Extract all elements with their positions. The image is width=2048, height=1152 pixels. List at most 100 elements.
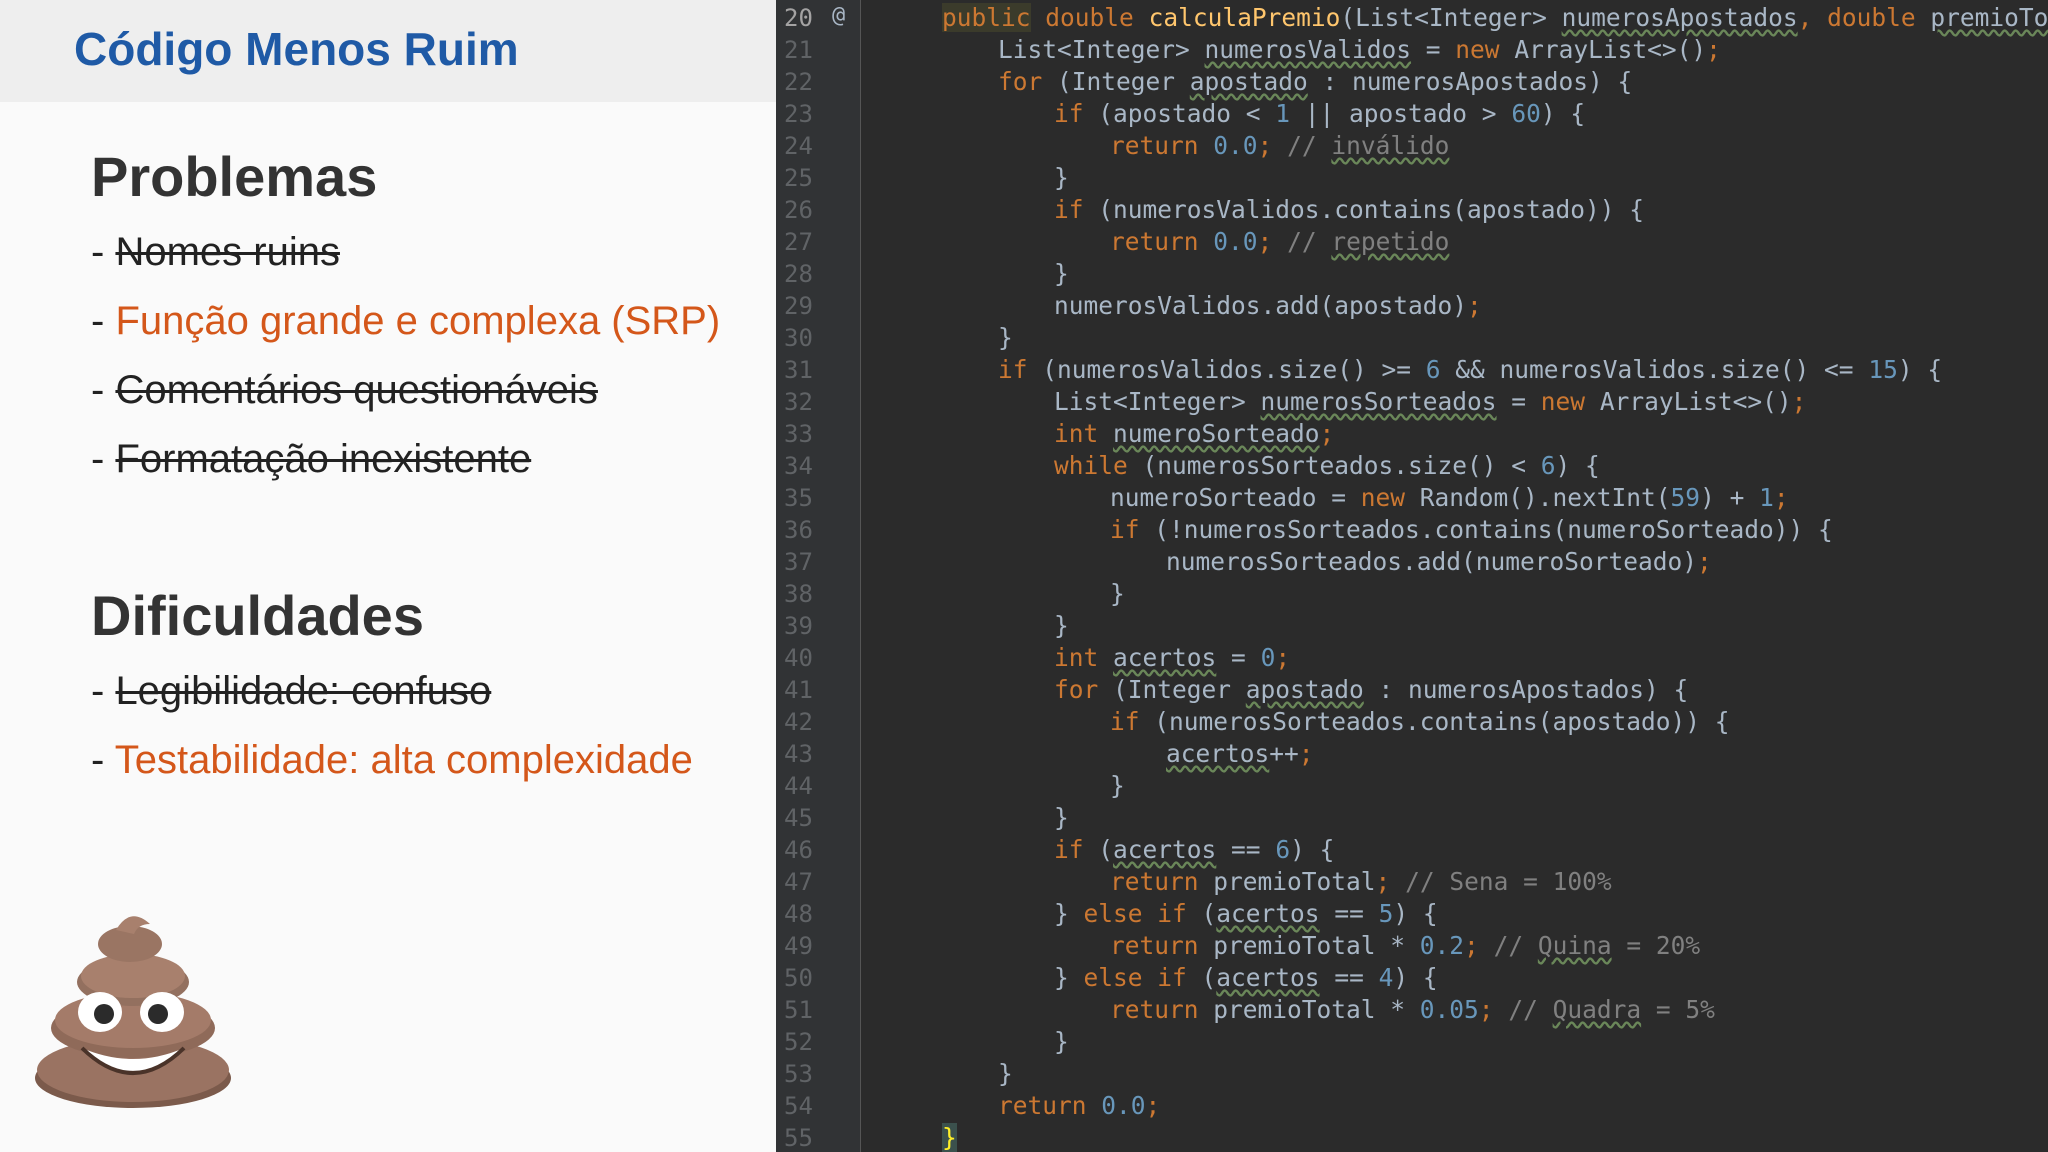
code-line: } (1054, 1027, 1069, 1056)
line-number: 24 (784, 132, 813, 160)
code-line: acertos++; (1166, 739, 1314, 768)
difficulty-item-text: Legibilidade: confuso (115, 669, 492, 713)
problem-item-text: Comentários questionáveis (115, 368, 598, 412)
problem-item-text: Nomes ruins (115, 230, 340, 274)
line-number: 34 (784, 452, 813, 480)
code-line: numeroSorteado = new Random().nextInt(59… (1110, 483, 1789, 512)
line-number: 44 (784, 772, 813, 800)
line-number: 45 (784, 804, 813, 832)
code-line: if (numerosValidos.contains(apostado)) { (1054, 195, 1645, 224)
line-number: 26 (784, 196, 813, 224)
override-marker-icon[interactable]: @ (832, 0, 845, 32)
code-line: while (numerosSorteados.size() < 6) { (1054, 451, 1600, 480)
line-number: 28 (784, 260, 813, 288)
line-number: 49 (784, 932, 813, 960)
code-line: } (1110, 579, 1125, 608)
line-number: 52 (784, 1028, 813, 1056)
line-number: 35 (784, 484, 813, 512)
code-line: } (1110, 771, 1125, 800)
line-number: 43 (784, 740, 813, 768)
line-number: 31 (784, 356, 813, 384)
line-number: 41 (784, 676, 813, 704)
code-line: if (!numerosSorteados.contains(numeroSor… (1110, 515, 1833, 544)
line-number: 20 (784, 4, 813, 32)
line-number: 25 (784, 164, 813, 192)
slide-pane: Código Menos Ruim Problemas - Nomes ruin… (0, 0, 776, 1152)
slide-title: Código Menos Ruim (74, 23, 519, 75)
code-line: List<Integer> numerosSorteados = new Arr… (1054, 387, 1807, 416)
code-line: int acertos = 0; (1054, 643, 1291, 672)
line-number: 50 (784, 964, 813, 992)
code-line: if (numerosValidos.size() >= 6 && numero… (998, 355, 1943, 384)
problem-item-text: Função grande e complexa (SRP) (115, 299, 721, 343)
difficulty-item: - Legibilidade: confuso (91, 669, 491, 714)
code-area[interactable]: public double calculaPremio(List<Integer… (942, 0, 2048, 1152)
problem-item-text: Formatação inexistente (115, 437, 532, 481)
line-number: 54 (784, 1092, 813, 1120)
bullet-dash: - (91, 669, 116, 713)
code-line: for (Integer apostado : numerosApostados… (998, 67, 1633, 96)
line-number: 33 (784, 420, 813, 448)
code-line: for (Integer apostado : numerosApostados… (1054, 675, 1689, 704)
poop-emoji-icon (35, 916, 231, 1108)
line-number: 21 (784, 36, 813, 64)
line-number: 37 (784, 548, 813, 576)
line-number: 22 (784, 68, 813, 96)
line-number: 36 (784, 516, 813, 544)
code-line: } (1054, 803, 1069, 832)
code-line: } (998, 323, 1013, 352)
line-number: 30 (784, 324, 813, 352)
code-line: int numeroSorteado; (1054, 419, 1335, 448)
code-line: } (1054, 259, 1069, 288)
difficulty-item-text: Testabilidade: alta complexidade (114, 738, 693, 782)
line-number: 39 (784, 612, 813, 640)
line-number: 53 (784, 1060, 813, 1088)
code-line: } else if (acertos == 5) { (1054, 899, 1438, 928)
code-line: } (998, 1059, 1013, 1088)
line-number: 48 (784, 900, 813, 928)
line-number: 42 (784, 708, 813, 736)
line-number: 32 (784, 388, 813, 416)
code-line: } (1054, 611, 1069, 640)
code-line: } (942, 1123, 957, 1152)
problem-item: - Nomes ruins (91, 230, 340, 275)
bullet-dash: - (91, 299, 116, 343)
code-line: numerosValidos.add(apostado); (1054, 291, 1482, 320)
bullet-dash: - (91, 437, 116, 481)
code-line: return premioTotal; // Sena = 100% (1110, 867, 1612, 896)
code-line: if (apostado < 1 || apostado > 60) { (1054, 99, 1586, 128)
line-number: 46 (784, 836, 813, 864)
gutter-divider (860, 0, 861, 1152)
code-line: if (numerosSorteados.contains(apostado))… (1110, 707, 1730, 736)
code-line: return 0.0; // repetido (1110, 227, 1450, 256)
line-number: 38 (784, 580, 813, 608)
problems-heading: Problemas (91, 145, 378, 208)
code-line: } else if (acertos == 4) { (1054, 963, 1438, 992)
code-line: if (acertos == 6) { (1054, 835, 1335, 864)
difficulties-heading: Dificuldades (91, 584, 424, 647)
difficulty-item: - Testabilidade: alta complexidade (91, 738, 693, 783)
line-number: 27 (784, 228, 813, 256)
slide-title-bar: Código Menos Ruim (0, 0, 776, 102)
line-number: 55 (784, 1124, 813, 1152)
code-line: return 0.0; (998, 1091, 1161, 1120)
line-number: 29 (784, 292, 813, 320)
bullet-dash: - (91, 368, 116, 412)
line-number: 47 (784, 868, 813, 896)
code-editor[interactable]: @ 20 21 22 23 24 25 26 27 28 29 30 31 32 33 34 35 36 37 38… (776, 0, 2048, 1152)
code-line: return premioTotal * 0.05; // Quadra = 5… (1110, 995, 1715, 1024)
problem-item: - Função grande e complexa (SRP) (91, 299, 720, 344)
problem-item: - Formatação inexistente (91, 437, 531, 482)
code-line: List<Integer> numerosValidos = new Array… (998, 35, 1721, 64)
code-line: return premioTotal * 0.2; // Quina = 20% (1110, 931, 1701, 960)
bullet-dash: - (91, 230, 116, 274)
bullet-dash: - (91, 738, 115, 782)
code-line: numerosSorteados.add(numeroSorteado); (1166, 547, 1712, 576)
line-number: 40 (784, 644, 813, 672)
line-number: 51 (784, 996, 813, 1024)
code-line: public double calculaPremio(List<Integer… (942, 3, 2048, 32)
problem-item: - Comentários questionáveis (91, 368, 598, 413)
code-line: return 0.0; // inválido (1110, 131, 1450, 160)
line-number: 23 (784, 100, 813, 128)
code-line: } (1054, 163, 1069, 192)
